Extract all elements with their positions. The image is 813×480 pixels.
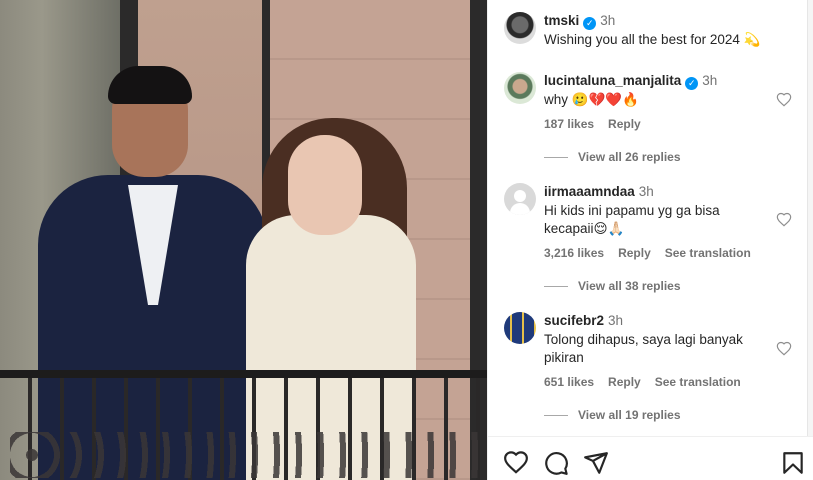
comment-meta: 187 likes Reply (544, 117, 641, 131)
comment-icon[interactable] (543, 450, 569, 476)
comment-header: iirmaaamndaa 3h (544, 184, 654, 199)
comment-like-heart-icon[interactable] (776, 341, 792, 357)
comment-time[interactable]: 3h (608, 313, 623, 328)
comments-scroll[interactable]: tmski ✓ 3h Wishing you all the best for 20… (488, 0, 808, 436)
comment-avatar[interactable] (504, 183, 536, 215)
photo-man-hair (108, 66, 192, 104)
view-replies-label: View all 19 replies (578, 408, 681, 422)
comment-like-heart-icon[interactable] (776, 212, 792, 228)
heart-icon[interactable] (503, 450, 529, 476)
comment-meta: 3,216 likes Reply See translation (544, 246, 751, 260)
post-photo (0, 0, 487, 480)
verified-badge-icon: ✓ (583, 17, 597, 30)
replies-divider (544, 157, 568, 159)
replies-divider (544, 286, 568, 288)
comment-reply-button[interactable]: Reply (608, 117, 641, 131)
post-viewer: tmski ✓ 3h Wishing you all the best for 20… (0, 0, 813, 480)
post-action-bar (488, 436, 813, 480)
comment-header: sucifebr2 3h (544, 313, 623, 328)
comment-avatar[interactable] (504, 72, 536, 104)
view-replies-button[interactable]: View all 19 replies (544, 408, 681, 422)
photo-railing-ornament (10, 432, 480, 478)
comment-username[interactable]: lucintaluna_manjalita (544, 73, 681, 88)
comment-reply-button[interactable]: Reply (608, 375, 641, 389)
comment-text: Tolong dihapus, saya lagi banyak pikiran (544, 332, 743, 365)
post-time[interactable]: 3h (600, 13, 615, 28)
see-translation-button[interactable]: See translation (655, 375, 741, 389)
author-username[interactable]: tmski (544, 13, 579, 28)
post-caption: Wishing you all the best for 2024 💫 (544, 32, 761, 47)
comment-time[interactable]: 3h (702, 73, 717, 88)
comment-like-heart-icon[interactable] (776, 92, 792, 108)
photo-rail (0, 370, 487, 378)
author-avatar[interactable] (504, 12, 536, 44)
view-replies-button[interactable]: View all 38 replies (544, 279, 681, 293)
bookmark-icon[interactable] (780, 450, 806, 476)
view-replies-button[interactable]: View all 26 replies (544, 150, 681, 164)
caption-header: tmski ✓ 3h (544, 13, 615, 30)
comment-meta: 651 likes Reply See translation (544, 375, 741, 389)
comment-time[interactable]: 3h (639, 184, 654, 199)
replies-divider (544, 415, 568, 417)
view-replies-label: View all 26 replies (578, 150, 681, 164)
comment-likes[interactable]: 187 likes (544, 117, 594, 131)
comment-likes[interactable]: 3,216 likes (544, 246, 604, 260)
comment-text: why 🥲💔❤️🔥 (544, 92, 639, 107)
comment-likes[interactable]: 651 likes (544, 375, 594, 389)
comment-username[interactable]: sucifebr2 (544, 313, 604, 328)
view-replies-label: View all 38 replies (578, 279, 681, 293)
comment-reply-button[interactable]: Reply (618, 246, 651, 260)
comment-header: lucintaluna_manjalita ✓ 3h (544, 73, 717, 90)
comment-username[interactable]: iirmaaamndaa (544, 184, 635, 199)
comment-text: Hi kids ini papamu yg ga bisa kecapaii😌🙏… (544, 203, 720, 236)
comments-panel: tmski ✓ 3h Wishing you all the best for 20… (487, 0, 813, 480)
send-icon[interactable] (583, 450, 609, 476)
verified-badge-icon: ✓ (685, 77, 699, 90)
see-translation-button[interactable]: See translation (665, 246, 751, 260)
photo-woman-head (288, 135, 362, 235)
comments-scrollbar[interactable] (807, 0, 813, 436)
comment-avatar[interactable] (504, 312, 536, 344)
